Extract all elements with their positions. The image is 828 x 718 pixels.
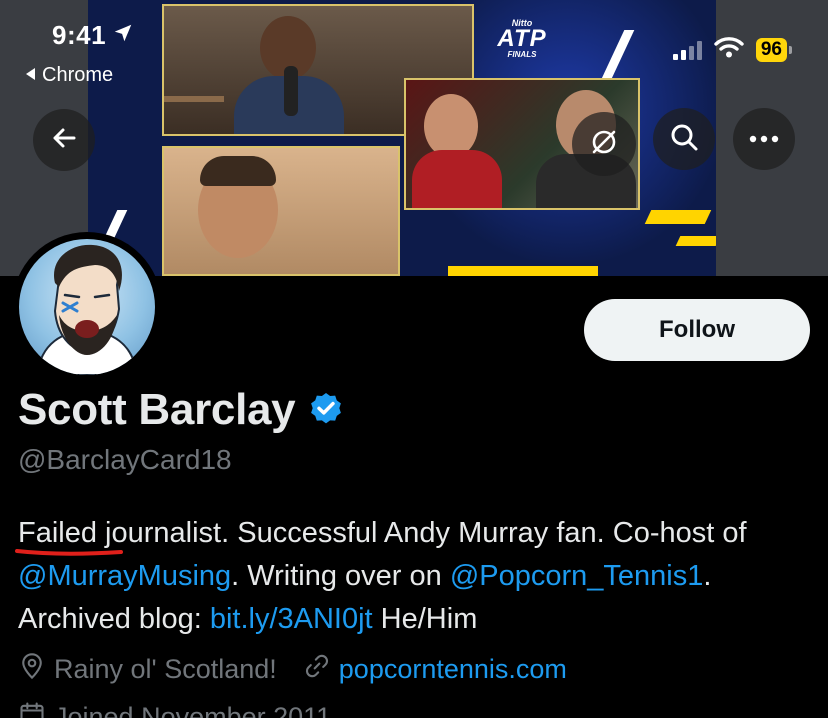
calendar-icon (18, 700, 46, 718)
cellular-signal-icon (672, 40, 702, 60)
search-button[interactable] (653, 108, 715, 170)
banner-lightning-bolt (675, 236, 716, 246)
atp-finals-logo: Nitto ATP FINALS (470, 18, 574, 62)
search-icon (669, 122, 699, 157)
bio-text: He/Him (372, 603, 478, 635)
back-app-label: Chrome (42, 64, 114, 86)
bio-mention-link[interactable]: @Popcorn_Tennis1 (450, 560, 704, 592)
arrow-left-icon (50, 124, 78, 157)
bio-text: journalist. Successful Andy Murray fan. … (97, 517, 747, 549)
banner-video-tile-guest (162, 146, 400, 276)
bio-url-link[interactable]: bit.ly/3ANI0jt (210, 603, 373, 635)
location-pin-icon (18, 652, 46, 687)
location-arrow-icon (112, 20, 134, 51)
microphone (284, 66, 298, 116)
wifi-icon (714, 36, 744, 63)
notifications-button[interactable] (572, 112, 636, 176)
avatar-illustration (35, 244, 139, 375)
back-to-app[interactable]: Chrome (24, 64, 113, 87)
status-indicators: 96 (672, 36, 792, 63)
website-link[interactable]: popcorntennis.com (339, 654, 567, 685)
verified-badge-icon[interactable] (307, 389, 345, 432)
bio-mention-link[interactable]: @MurrayMusing (18, 560, 231, 592)
username-handle: @BarclayCard18 (18, 444, 232, 475)
follow-button[interactable]: Follow (584, 299, 810, 361)
website[interactable]: popcorntennis.com (303, 652, 567, 687)
person-hair (200, 156, 276, 186)
status-time-text: 9:41 (52, 20, 107, 50)
back-button[interactable] (33, 109, 95, 171)
more-horizontal-icon (749, 130, 779, 148)
location: Rainy ol' Scotland! (18, 652, 277, 687)
banner-lightning-bolt (644, 210, 712, 224)
profile-bio: Failed journalist. Successful Andy Murra… (18, 512, 818, 641)
display-name: Scott Barclay (18, 385, 296, 434)
person-shirt (412, 150, 502, 208)
display-name-row: Scott Barclay (18, 385, 345, 435)
more-button[interactable] (733, 108, 795, 170)
joined-date: Joined November 2011 (18, 700, 331, 718)
banner-yellow-strip (448, 266, 598, 276)
avatar-image (19, 239, 155, 375)
link-icon (303, 652, 331, 687)
annotation-underline (15, 549, 123, 556)
back-triangle-icon (24, 64, 36, 87)
joined-text: Joined November 2011 (54, 702, 332, 718)
logo-main: ATP (497, 25, 547, 52)
profile-meta: Rainy ol' Scotland! popcorntennis.com (18, 652, 593, 687)
bell-off-icon (588, 126, 620, 163)
bio-text: . Writing over on (231, 560, 450, 592)
logo-sub: FINALS (507, 50, 537, 59)
avatar[interactable] (12, 232, 162, 382)
battery-level: 96 (755, 37, 787, 62)
battery-icon: 96 (755, 37, 792, 62)
location-text: Rainy ol' Scotland! (54, 654, 277, 684)
person-figure (424, 94, 478, 158)
shelf (164, 96, 224, 102)
status-time: 9:41 (52, 20, 134, 51)
